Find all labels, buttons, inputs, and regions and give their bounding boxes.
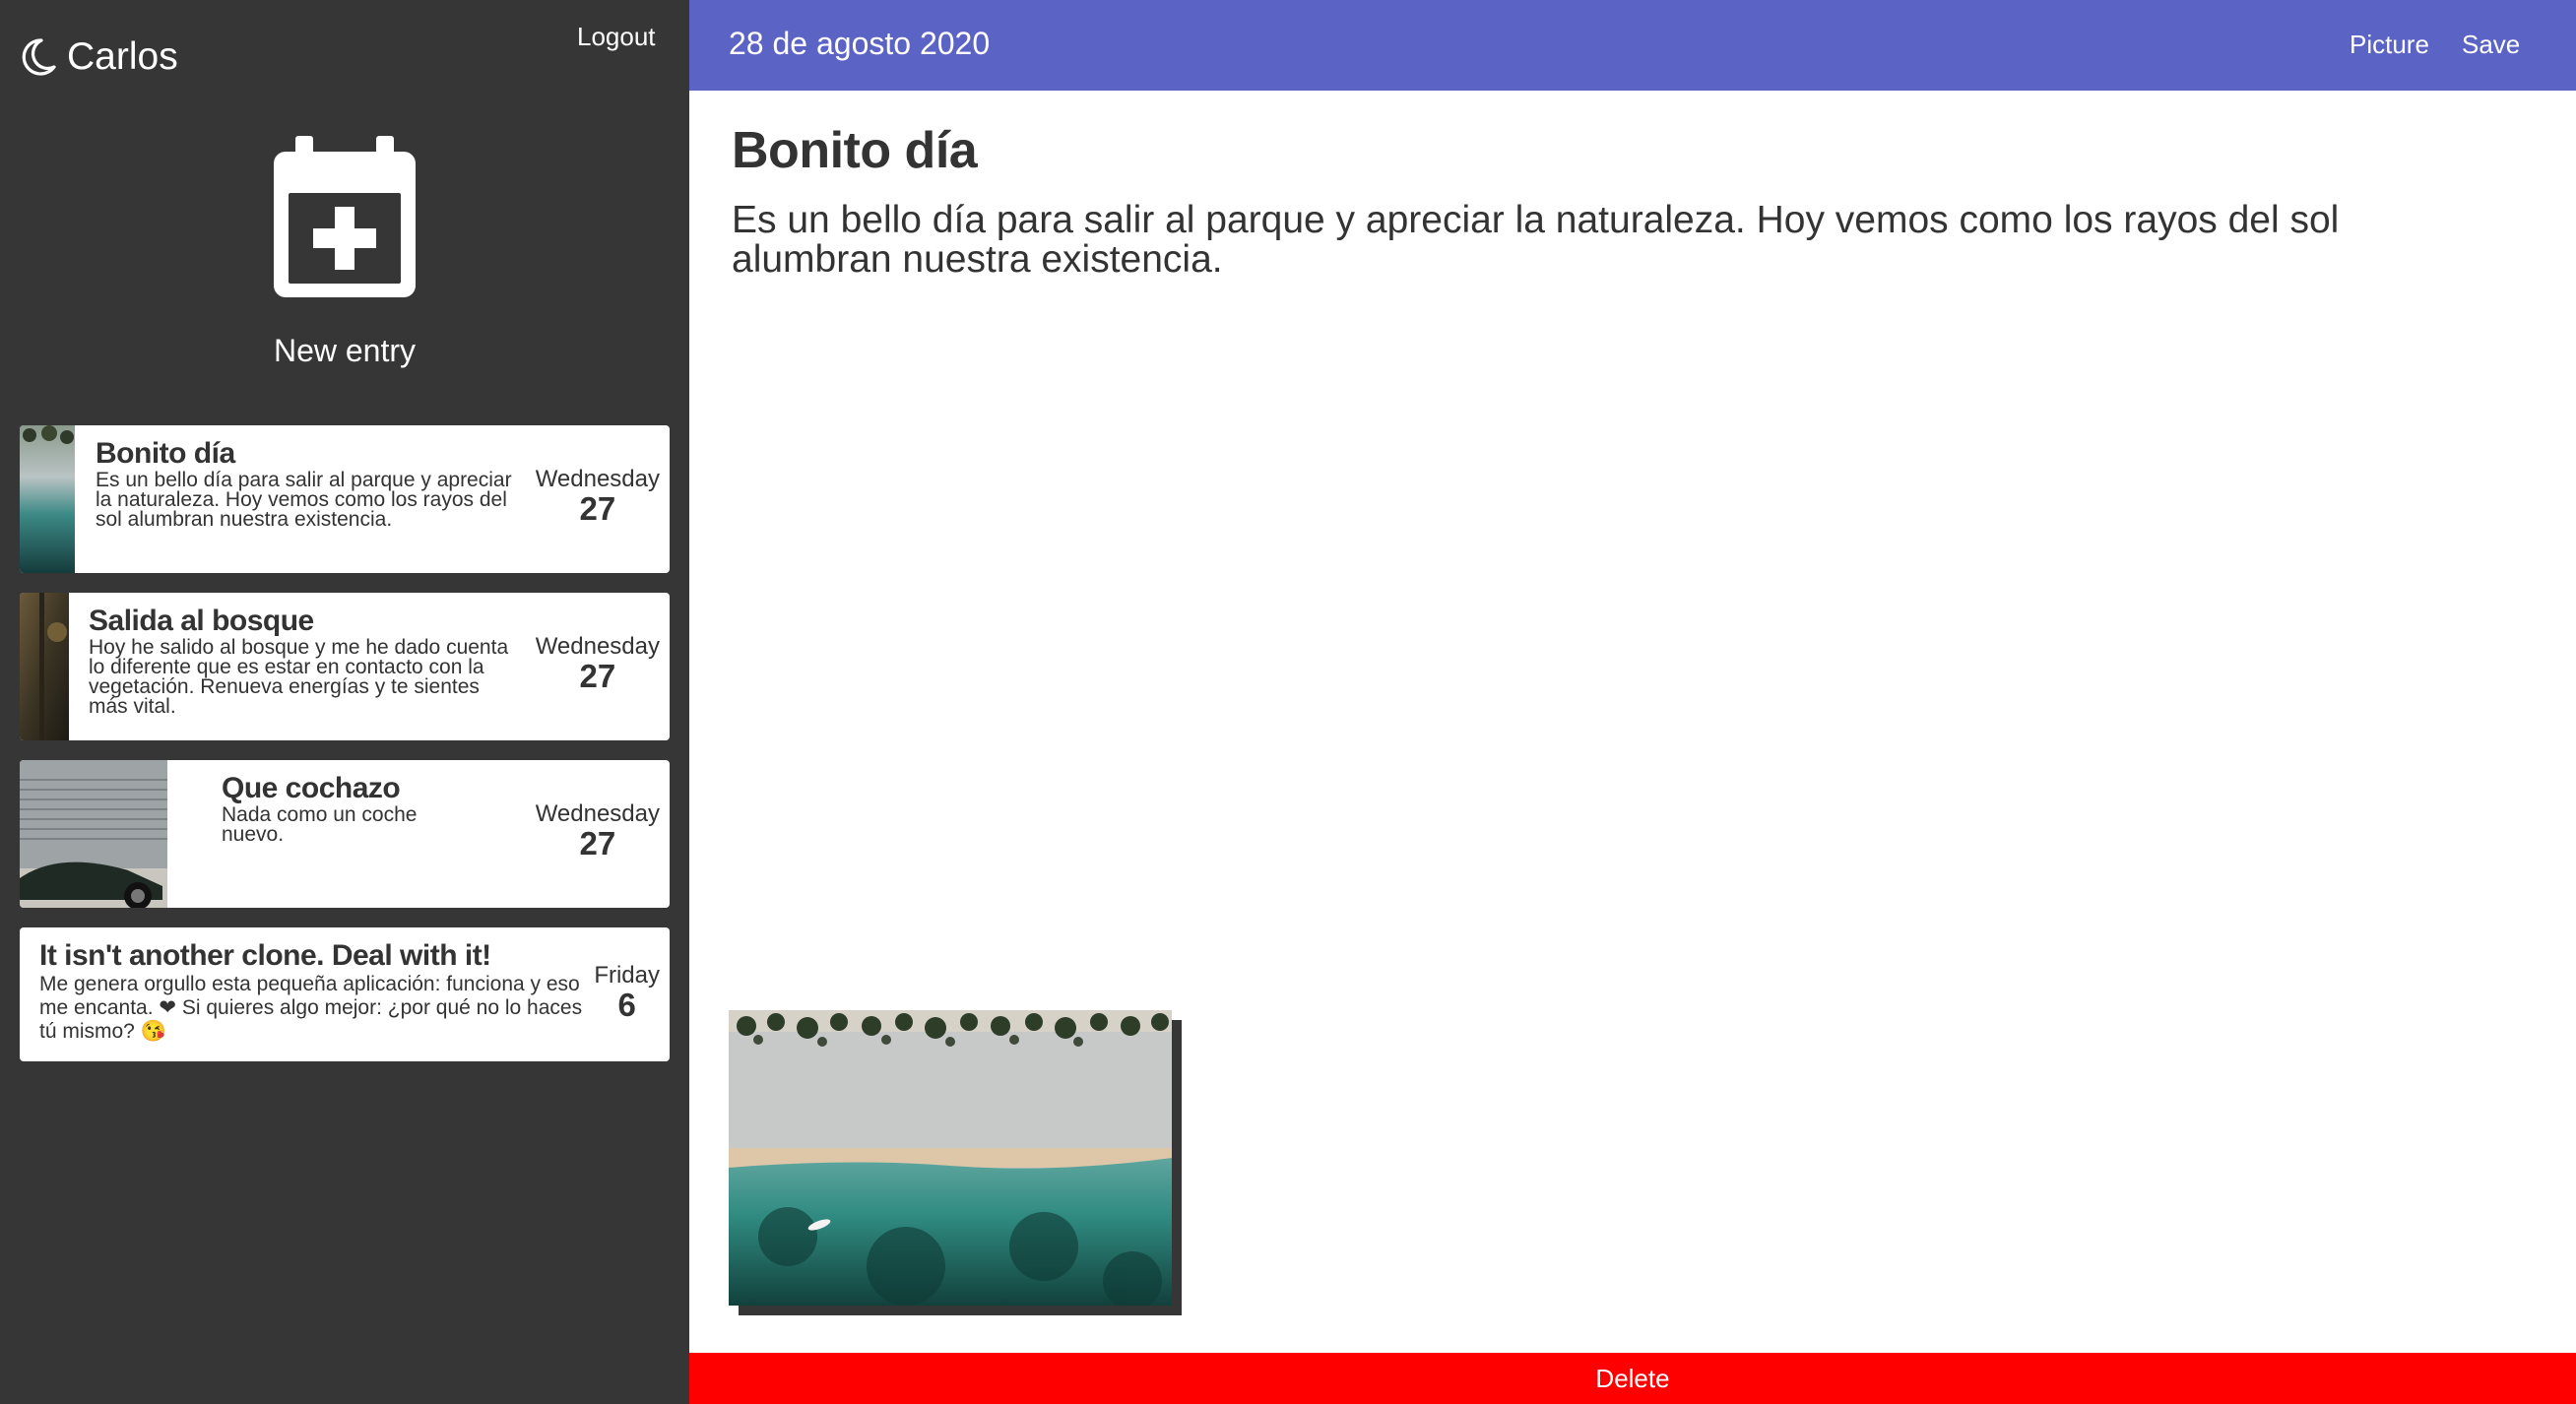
entry-weekday: Friday (594, 962, 660, 989)
entry-day: 27 (579, 825, 616, 862)
entry-date: Wednesday 27 (536, 634, 660, 693)
beach-photo (729, 1010, 1172, 1306)
top-bar: 28 de agosto 2020 Picture Save (689, 0, 2576, 91)
save-button[interactable]: Save (2462, 30, 2520, 60)
entry-photo (729, 1010, 1182, 1315)
entry-card[interactable]: It isn't another clone. Deal with it! Me… (20, 927, 670, 1061)
entry-card[interactable]: Salida al bosque Hoy he salido al bosque… (20, 593, 670, 740)
entry-excerpt: Nada como un coche nuevo. (222, 803, 418, 846)
entry-day: 6 (617, 987, 636, 1023)
entry-title-input[interactable]: Bonito día (732, 120, 2504, 181)
entry-card[interactable]: Que cochazo Nada como un coche nuevo. We… (20, 760, 670, 908)
entry-date-label: 28 de agosto 2020 (729, 26, 991, 61)
user-header: Carlos (20, 35, 178, 79)
entry-thumbnail (20, 760, 167, 908)
entry-date: Wednesday 27 (536, 467, 660, 526)
entry-card[interactable]: Bonito día Es un bello día para salir al… (20, 425, 670, 573)
entry-text: Que cochazo Nada como un coche nuevo. (222, 772, 458, 845)
entry-title: It isn't another clone. Deal with it! (39, 939, 491, 972)
entry-body-textarea[interactable]: Es un bello día para salir al parque y a… (732, 201, 2465, 280)
new-entry-button[interactable]: New entry (197, 136, 492, 369)
entry-weekday: Wednesday (535, 800, 660, 827)
entry-text: Salida al bosque Hoy he salido al bosque… (89, 605, 522, 717)
calendar-plus-icon (274, 136, 416, 297)
entry-day: 27 (579, 490, 616, 527)
moon-icon[interactable] (20, 37, 57, 77)
logout-button[interactable]: Logout (577, 22, 656, 52)
entry-thumbnail (20, 425, 75, 573)
new-entry-label: New entry (273, 333, 417, 368)
entry-text: It isn't another clone. Deal with it! Me… (39, 939, 591, 1044)
entry-weekday: Wednesday (535, 633, 660, 660)
entry-weekday: Wednesday (535, 466, 660, 492)
delete-button[interactable]: Delete (689, 1353, 2576, 1404)
entry-thumbnail (20, 593, 69, 740)
entry-text: Bonito día Es un bello día para salir al… (96, 437, 529, 530)
user-name: Carlos (67, 35, 178, 78)
entry-excerpt: Es un bello día para salir al parque y a… (96, 469, 512, 531)
entry-date: Wednesday 27 (536, 801, 660, 861)
entry-day: 27 (579, 658, 616, 694)
picture-button[interactable]: Picture (2350, 30, 2429, 60)
entry-title: Bonito día (96, 437, 235, 470)
sidebar: Carlos Logout New entry Bonito día Es un… (0, 0, 689, 1404)
entry-title: Salida al bosque (89, 605, 314, 637)
entry-title: Que cochazo (222, 772, 401, 804)
entry-excerpt: Me genera orgullo esta pequeña aplicació… (39, 973, 583, 1043)
entry-excerpt: Hoy he salido al bosque y me he dado cue… (89, 636, 509, 718)
entry-date: Friday 6 (594, 963, 660, 1022)
